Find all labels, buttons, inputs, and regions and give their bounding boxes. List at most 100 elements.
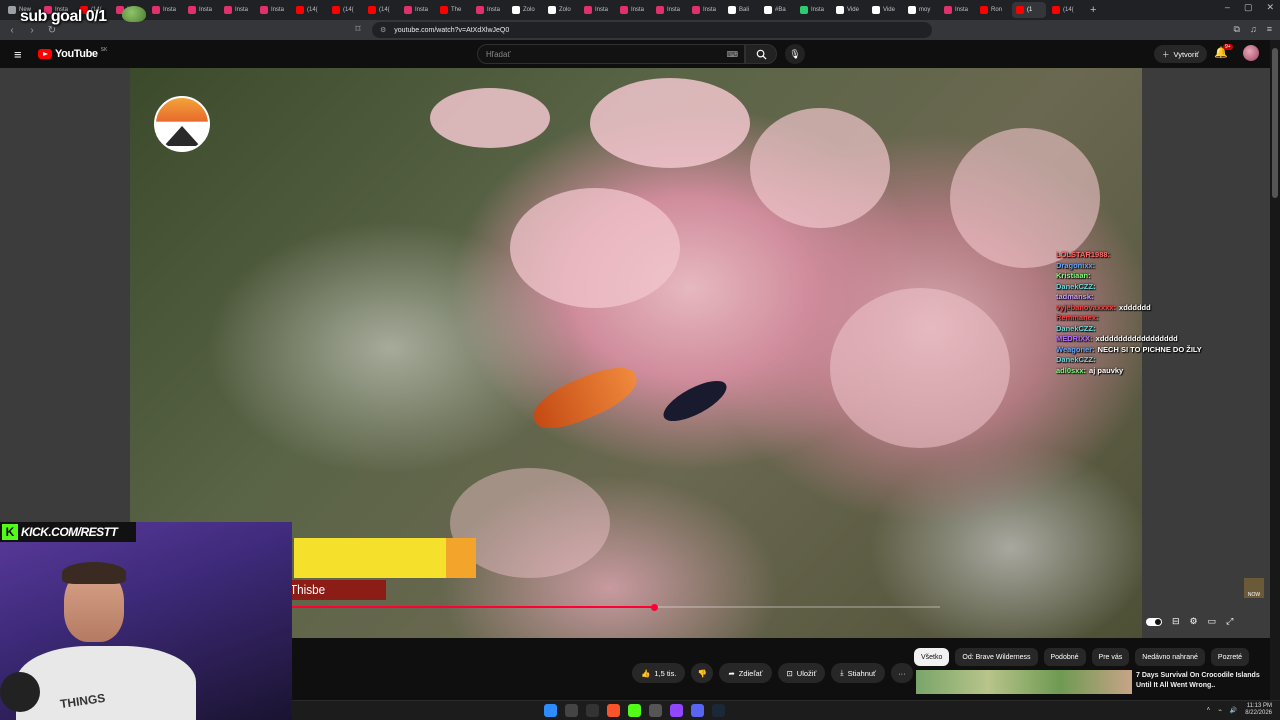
browser-tab[interactable]: Zolo xyxy=(544,2,578,18)
miniplayer-icon[interactable]: ▭ xyxy=(1208,616,1217,627)
extensions-icon[interactable]: ⧉ xyxy=(1234,24,1240,35)
browser-tab[interactable]: Insta xyxy=(652,2,686,18)
subtitles-icon[interactable]: ⊟ xyxy=(1172,616,1180,627)
media-icon[interactable]: ♫ xyxy=(1250,24,1257,35)
fullscreen-icon[interactable]: ⤢ xyxy=(1226,616,1233,627)
browser-tab[interactable]: Insta xyxy=(940,2,974,18)
save-button[interactable]: ⊡ Uložiť xyxy=(777,663,826,683)
create-button[interactable]: ＋ Vytvoriť xyxy=(1154,45,1207,63)
clock[interactable]: 11:13 PM 8/22/2026 xyxy=(1245,703,1272,717)
settings-gear-icon[interactable]: ⚙ xyxy=(1190,616,1198,627)
discord-icon[interactable] xyxy=(691,704,704,717)
browser-tab[interactable]: Bali xyxy=(724,2,758,18)
site-info-icon[interactable]: ⚙ xyxy=(380,26,386,34)
menu-hamburger-icon[interactable]: ≡ xyxy=(14,47,22,62)
recommendation-thumbnail[interactable] xyxy=(916,670,1132,694)
browser-tab[interactable]: Insta xyxy=(580,2,614,18)
browser-tab[interactable]: Vide xyxy=(832,2,866,18)
share-button[interactable]: ➦ Zdieľať xyxy=(719,663,772,683)
account-avatar[interactable] xyxy=(1243,45,1259,61)
network-icon[interactable]: ⌁ xyxy=(1218,707,1222,714)
steam-icon[interactable] xyxy=(712,704,725,717)
like-button[interactable]: 👍 1,5 tis. xyxy=(632,663,686,683)
channel-watermark-logo[interactable] xyxy=(154,96,210,152)
browser-tab[interactable]: Insta xyxy=(472,2,506,18)
browser-tab[interactable]: Ron xyxy=(976,2,1010,18)
address-url[interactable]: youtube.com/watch?v=AtXdXlwJeQ0 xyxy=(394,27,509,34)
browser-tab[interactable]: (14( xyxy=(364,2,398,18)
browser-tab[interactable]: Insta xyxy=(220,2,254,18)
filter-chip[interactable]: Od: Brave Wilderness xyxy=(955,648,1038,666)
scrollbar-thumb[interactable] xyxy=(1272,48,1278,198)
close-window-icon[interactable]: ✕ xyxy=(1266,2,1274,13)
filter-chip[interactable]: Nedávno nahrané xyxy=(1135,648,1205,666)
windows-start-icon[interactable] xyxy=(544,704,557,717)
recommendation-title[interactable]: 7 Days Survival On Crocodile Islands Unt… xyxy=(1136,671,1264,691)
task-view-icon[interactable] xyxy=(565,704,578,717)
chat-username: MEDRIXX: xyxy=(1056,334,1093,343)
browser-tab[interactable]: The xyxy=(436,2,470,18)
tab-label: Insta xyxy=(199,7,213,13)
dislike-button[interactable]: 👎 xyxy=(691,663,714,683)
autoplay-toggle[interactable] xyxy=(1146,617,1162,626)
webcam-headphones xyxy=(0,672,40,712)
video-progress-bar[interactable] xyxy=(292,603,940,611)
volume-icon[interactable]: 🔊 xyxy=(1230,707,1237,714)
brave-browser-icon[interactable] xyxy=(607,704,620,717)
keyboard-icon[interactable]: ⌨ xyxy=(726,50,738,59)
progress-scrubber-handle[interactable] xyxy=(651,603,659,611)
bookmark-icon[interactable]: ⌑ xyxy=(352,24,364,35)
browser-tab[interactable]: (1 xyxy=(1012,2,1046,18)
tab-favicon-icon xyxy=(332,6,340,14)
browser-tab[interactable]: Insta xyxy=(184,2,218,18)
back-icon[interactable]: ‹ xyxy=(6,25,18,36)
youtube-wordmark: YouTube xyxy=(55,48,98,60)
browser-tab[interactable]: (14( xyxy=(292,2,326,18)
search-input[interactable] xyxy=(486,49,716,59)
twitch-icon[interactable] xyxy=(670,704,683,717)
filter-chip[interactable]: Všetko xyxy=(914,648,950,666)
pepe-emote-icon xyxy=(122,6,146,22)
obs-icon[interactable] xyxy=(649,704,662,717)
menu-icon[interactable]: ≡ xyxy=(1267,24,1272,35)
browser-tab[interactable]: Insta xyxy=(148,2,182,18)
filter-chip[interactable]: Pozreté xyxy=(1210,648,1250,666)
filter-chip[interactable]: Podobné xyxy=(1043,648,1086,666)
address-bar[interactable]: ⚙ youtube.com/watch?v=AtXdXlwJeQ0 xyxy=(372,22,932,38)
browser-tab[interactable]: (14( xyxy=(328,2,362,18)
youtube-header: ≡ YouTube SK ⌨ 🎙 ＋ Vytvoriť 🔔 9+ xyxy=(0,40,1270,68)
browser-tab[interactable]: Insta xyxy=(400,2,434,18)
forward-icon[interactable]: › xyxy=(26,25,38,36)
page-scrollbar[interactable] xyxy=(1270,40,1280,700)
browser-tab[interactable]: Zolo xyxy=(508,2,542,18)
search-button[interactable] xyxy=(745,44,777,64)
filter-chip[interactable]: Pre vás xyxy=(1091,648,1130,666)
app-icon[interactable] xyxy=(586,704,599,717)
more-actions-button[interactable]: ··· xyxy=(890,663,913,683)
browser-tab[interactable]: Insta xyxy=(616,2,650,18)
maximize-icon[interactable]: ▢ xyxy=(1244,2,1253,13)
browser-tab[interactable]: Insta xyxy=(796,2,830,18)
tray-chevron-icon[interactable]: ˄ xyxy=(1207,707,1211,713)
browser-tab[interactable]: moy xyxy=(904,2,938,18)
tab-favicon-icon xyxy=(188,6,196,14)
browser-tab[interactable]: Insta xyxy=(688,2,722,18)
flower-petals xyxy=(510,188,680,308)
minimize-icon[interactable]: – xyxy=(1225,2,1230,13)
download-button[interactable]: ⤓ Stiahnuť xyxy=(831,663,885,683)
chat-username: DanekCZZ: xyxy=(1056,323,1096,333)
browser-tab[interactable]: #Ba xyxy=(760,2,794,18)
tab-favicon-icon xyxy=(656,6,664,14)
recommendation-filter-chips: Všetko Od: Brave Wilderness Podobné Pre vás… xyxy=(914,648,1250,666)
browser-tab[interactable]: (14( xyxy=(1048,2,1082,18)
voice-search-button[interactable]: 🎙 xyxy=(785,44,805,64)
lower-third-text: Thisbe xyxy=(290,582,326,597)
search-box[interactable]: ⌨ xyxy=(477,44,745,64)
browser-tab[interactable]: Insta xyxy=(256,2,290,18)
reload-icon[interactable]: ↻ xyxy=(46,25,58,36)
youtube-logo[interactable]: YouTube SK xyxy=(38,47,107,60)
kick-app-icon[interactable] xyxy=(628,704,641,717)
tab-favicon-icon xyxy=(476,6,484,14)
browser-tab[interactable]: Vide xyxy=(868,2,902,18)
new-tab-icon[interactable]: + xyxy=(1084,4,1102,16)
